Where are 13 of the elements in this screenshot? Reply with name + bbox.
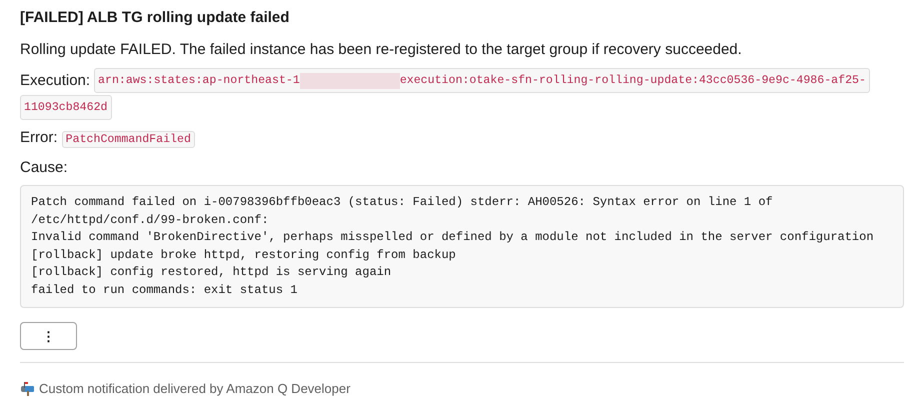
execution-arn: execution:otake-sfn-rolling-rolling-update:43cc0536-9e9c-4986-af25- xyxy=(400,73,866,89)
execution-arn: 11093cb8462d xyxy=(20,95,112,120)
footer-text: Custom notification delivered by Amazon Q Developer xyxy=(39,380,350,398)
execution-label: Execution: xyxy=(20,71,90,91)
summary-text: Rolling update FAILED. The failed instance has been re-registered to the target group if recovery succeeded. xyxy=(20,40,743,60)
error-label: Error: xyxy=(20,129,58,146)
cause-label: Cause: xyxy=(20,158,69,178)
execution-arn: arn:aws:states:ap-northeast-1 xyxy=(98,73,300,89)
cause-code-block: Patch command failed on i-00798396bffb0eac3 (status: Failed) stderr: AH00526: Syntax error on line 1 of /etc/httpd/conf.d/99-broken.conf: Invalid command 'BrokenDirective', perhaps misspelled or defined by a module not included in the server configuration [rollback] update broke httpd, restoring config from backup [rollback] config restored, httpd is serving again failed to run commands: exit status 1 xyxy=(20,185,904,308)
error-code: PatchCommandFailed xyxy=(62,131,195,148)
more-actions-button[interactable]: ⋮ xyxy=(20,322,77,350)
mailbox-icon xyxy=(20,382,35,396)
message-title: [FAILED] ALB TG rolling update failed xyxy=(20,8,290,28)
